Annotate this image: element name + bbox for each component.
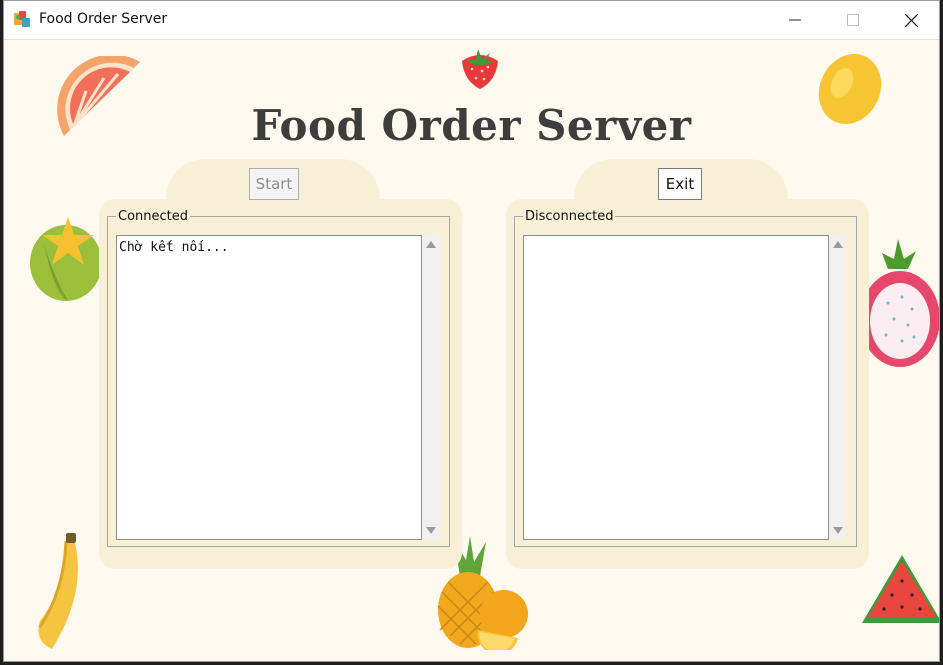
- minimize-button[interactable]: [766, 1, 824, 39]
- watermelon-icon: [862, 555, 939, 623]
- connected-log[interactable]: Chờ kết nối...: [116, 235, 422, 540]
- minimize-icon: [789, 19, 801, 21]
- disconnected-scrollbar[interactable]: [829, 235, 846, 540]
- strawberry-icon: [462, 49, 498, 89]
- connected-scrollbar[interactable]: [422, 235, 439, 540]
- disconnected-log[interactable]: [523, 235, 829, 540]
- scroll-down-icon[interactable]: [833, 527, 843, 534]
- app-logo-icon: [14, 11, 30, 27]
- close-icon: [904, 13, 918, 27]
- start-button[interactable]: Start: [249, 168, 299, 200]
- banana-icon: [38, 533, 78, 649]
- page-title: Food Order Server: [251, 101, 692, 150]
- scroll-up-icon[interactable]: [426, 241, 436, 248]
- scroll-up-icon[interactable]: [833, 241, 843, 248]
- maximize-icon: [847, 14, 859, 26]
- app-window: Food Order Server Food Order Server Star…: [3, 0, 940, 662]
- exit-button[interactable]: Exit: [658, 168, 702, 200]
- title-bar[interactable]: Food Order Server: [4, 1, 939, 40]
- window-title: Food Order Server: [39, 11, 168, 27]
- scroll-down-icon[interactable]: [426, 527, 436, 534]
- connected-label: Connected: [118, 209, 189, 224]
- disconnected-label: Disconnected: [525, 209, 614, 224]
- close-button[interactable]: [882, 1, 939, 39]
- maximize-button[interactable]: [824, 1, 882, 39]
- orange-icon: [477, 590, 528, 650]
